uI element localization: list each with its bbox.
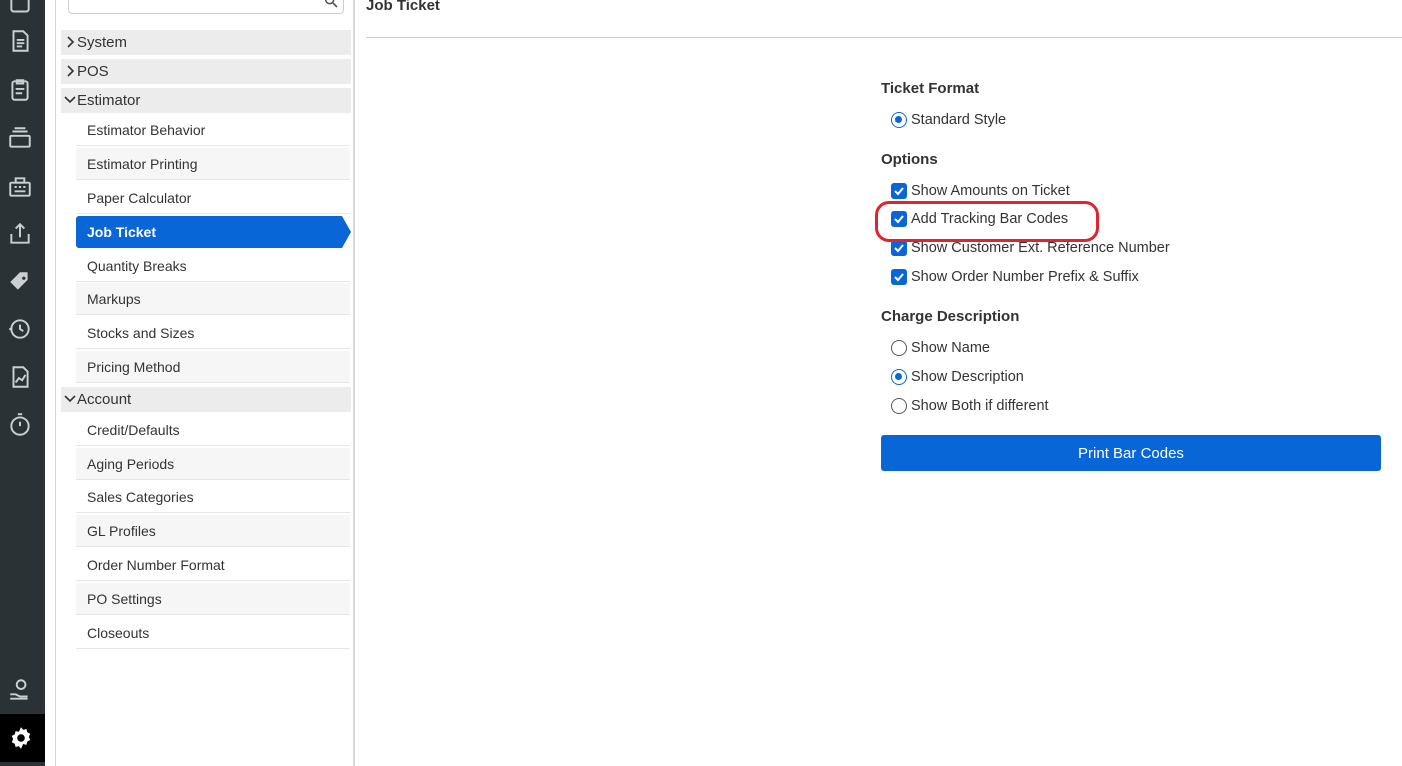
- layers-icon[interactable]: [7, 125, 33, 151]
- charge-description-heading: Charge Description: [881, 308, 1020, 325]
- tree-group-account[interactable]: Account: [61, 387, 351, 412]
- checkmark-icon: [894, 273, 904, 282]
- radio-label: Show Name: [911, 340, 990, 356]
- chevron-right-icon: [67, 36, 75, 48]
- tree-item-label: Aging Periods: [87, 456, 175, 472]
- tree-group-system[interactable]: System: [61, 30, 351, 55]
- tree-item-label: Job Ticket: [87, 224, 156, 240]
- title-divider: [366, 37, 1402, 38]
- tree-item-label: PO Settings: [87, 591, 162, 607]
- tree-group-label: Estimator: [77, 92, 141, 109]
- radio-button[interactable]: [891, 112, 907, 128]
- tree-item-credit-defaults[interactable]: Credit/Defaults: [76, 414, 350, 446]
- chevron-down-icon: [64, 96, 76, 104]
- tree-item-paper-calculator[interactable]: Paper Calculator: [76, 182, 350, 214]
- tree-item-aging-periods[interactable]: Aging Periods: [76, 448, 350, 480]
- page-title: Job Ticket: [366, 0, 440, 14]
- tree-item-estimator-printing[interactable]: Estimator Printing: [76, 148, 350, 180]
- top-icon[interactable]: [7, 0, 33, 18]
- radio-button[interactable]: [891, 369, 907, 385]
- tree-item-label: Order Number Format: [87, 557, 225, 573]
- checkmark-icon: [894, 187, 904, 196]
- tree-item-label: Stocks and Sizes: [87, 325, 195, 341]
- radio-button[interactable]: [891, 340, 907, 356]
- tree-item-label: Credit/Defaults: [87, 422, 180, 438]
- register-icon[interactable]: [7, 174, 33, 200]
- tree-item-label: Paper Calculator: [87, 190, 192, 206]
- tree-item-label: Estimator Printing: [87, 156, 198, 172]
- payment-hand-icon[interactable]: [7, 677, 33, 703]
- timer-icon[interactable]: [7, 412, 33, 438]
- tree-item-label: Quantity Breaks: [87, 258, 187, 274]
- checkbox-label: Show Order Number Prefix & Suffix: [911, 269, 1139, 285]
- checkbox[interactable]: [891, 269, 907, 285]
- settings-tree: System POS Estimator Estimator Behavior …: [55, 0, 355, 766]
- tree-item-label: Sales Categories: [87, 489, 194, 505]
- radio-button[interactable]: [891, 398, 907, 414]
- tree-item-estimator-behavior[interactable]: Estimator Behavior: [76, 114, 350, 146]
- tree-item-closeouts[interactable]: Closeouts: [76, 617, 350, 649]
- clipboard-icon[interactable]: [7, 77, 33, 103]
- tree-item-label: Markups: [87, 291, 141, 307]
- tree-item-stocks-and-sizes[interactable]: Stocks and Sizes: [76, 317, 350, 349]
- tree-item-order-number-format[interactable]: Order Number Format: [76, 549, 350, 581]
- highlight-annotation: [875, 201, 1099, 242]
- tree-item-label: GL Profiles: [87, 523, 156, 539]
- tree-item-sales-categories[interactable]: Sales Categories: [76, 481, 350, 513]
- print-bar-codes-button[interactable]: Print Bar Codes: [881, 435, 1381, 471]
- tree-group-label: Account: [77, 391, 132, 408]
- tree-item-label: Pricing Method: [87, 359, 181, 375]
- search-icon[interactable]: [323, 0, 339, 9]
- tree-item-gl-profiles[interactable]: GL Profiles: [76, 515, 350, 547]
- tree-group-label: System: [77, 34, 128, 51]
- options-heading: Options: [881, 151, 938, 168]
- checkbox[interactable]: [891, 183, 907, 199]
- tree-group-pos[interactable]: POS: [61, 59, 351, 84]
- tag-icon[interactable]: [7, 269, 33, 295]
- tree-group-label: POS: [77, 63, 109, 80]
- checkmark-icon: [894, 244, 904, 253]
- report-chart-icon[interactable]: [7, 364, 33, 390]
- tree-item-quantity-breaks[interactable]: Quantity Breaks: [76, 250, 350, 282]
- chevron-right-icon: [67, 65, 75, 77]
- history-icon[interactable]: [7, 316, 33, 342]
- ticket-format-heading: Ticket Format: [881, 80, 980, 97]
- checkbox-label: Show Amounts on Ticket: [911, 183, 1070, 199]
- tree-item-job-ticket[interactable]: Job Ticket: [76, 216, 351, 248]
- radio-label: Show Both if different: [911, 398, 1049, 414]
- tree-item-pricing-method[interactable]: Pricing Method: [76, 351, 350, 383]
- tree-search-input[interactable]: [68, 0, 344, 14]
- settings-gear-icon[interactable]: [0, 714, 45, 762]
- tree-item-label: Closeouts: [87, 625, 150, 641]
- radio-label: Standard Style: [911, 112, 1007, 128]
- tree-item-markups[interactable]: Markups: [76, 283, 350, 315]
- chevron-down-icon: [64, 395, 76, 403]
- tree-item-label: Estimator Behavior: [87, 122, 206, 138]
- export-icon[interactable]: [7, 221, 33, 247]
- icon-rail: [0, 0, 45, 766]
- radio-label: Show Description: [911, 369, 1024, 385]
- document-icon[interactable]: [7, 28, 33, 54]
- checkbox[interactable]: [891, 240, 907, 256]
- tree-item-po-settings[interactable]: PO Settings: [76, 583, 350, 615]
- tree-group-estimator[interactable]: Estimator: [61, 88, 351, 113]
